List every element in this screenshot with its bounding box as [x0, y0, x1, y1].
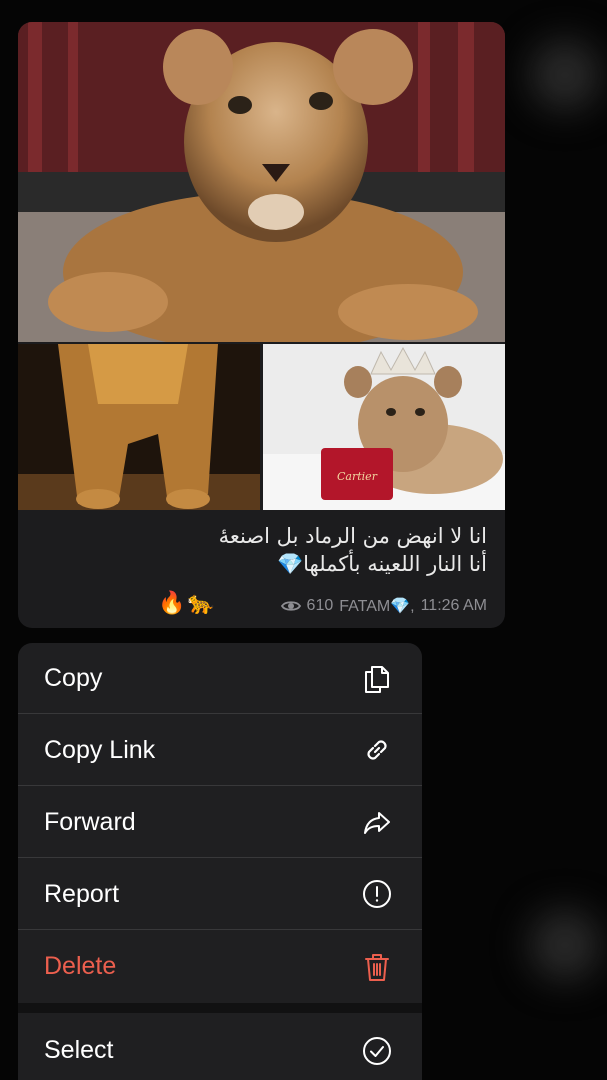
menu-item-label: Copy: [44, 663, 103, 692]
message-meta: 610 FATAM💎, 11:26 AM: [18, 592, 487, 620]
message-caption: انا لا انهض من الرماد بل اصنعهٔ أنا النا…: [32, 522, 487, 578]
menu-item-forward[interactable]: Forward: [18, 787, 422, 858]
message-time: 11:26 AM: [420, 597, 487, 614]
lion-cub-photo[interactable]: [18, 22, 505, 342]
message-bubble[interactable]: Cartier انا لا انهض من الرماد بل اصنعهٔ …: [18, 22, 505, 628]
background-blur: [530, 40, 600, 110]
menu-item-label: Copy Link: [44, 735, 156, 764]
menu-item-delete[interactable]: Delete: [18, 931, 422, 1002]
trash-icon: [360, 950, 394, 984]
background-blur: [530, 910, 600, 980]
menu-item-report[interactable]: Report: [18, 859, 422, 930]
context-menu: Copy Copy Link Forward Report Delete Sel…: [18, 643, 422, 1080]
eye-icon: [280, 601, 301, 611]
menu-item-label: Forward: [44, 807, 136, 836]
exclamation-circle-icon: [360, 877, 394, 911]
menu-item-label: Delete: [44, 952, 117, 980]
checkmark-circle-icon: [360, 1034, 394, 1068]
copy-icon: [360, 661, 394, 695]
svg-text:Cartier: Cartier: [337, 470, 378, 483]
caption-line: أنا النار اللعينه بأكملها💎: [276, 552, 487, 576]
link-icon: [360, 733, 394, 767]
message-author: FATAM💎,: [339, 598, 415, 615]
view-count: 610: [306, 597, 334, 614]
lion-cub-legs-photo[interactable]: [18, 344, 260, 510]
menu-item-select[interactable]: Select: [18, 1015, 422, 1080]
menu-separator: [18, 1003, 422, 1013]
caption-line: انا لا انهض من الرماد بل اصنعهٔ: [218, 524, 487, 548]
lion-cub-crown-photo[interactable]: Cartier: [263, 344, 505, 510]
menu-item-copy[interactable]: Copy: [18, 643, 422, 714]
forward-arrow-icon: [360, 805, 394, 839]
menu-item-label: Report: [44, 879, 120, 908]
menu-item-copy-link[interactable]: Copy Link: [18, 715, 422, 786]
menu-item-label: Select: [44, 1036, 114, 1064]
